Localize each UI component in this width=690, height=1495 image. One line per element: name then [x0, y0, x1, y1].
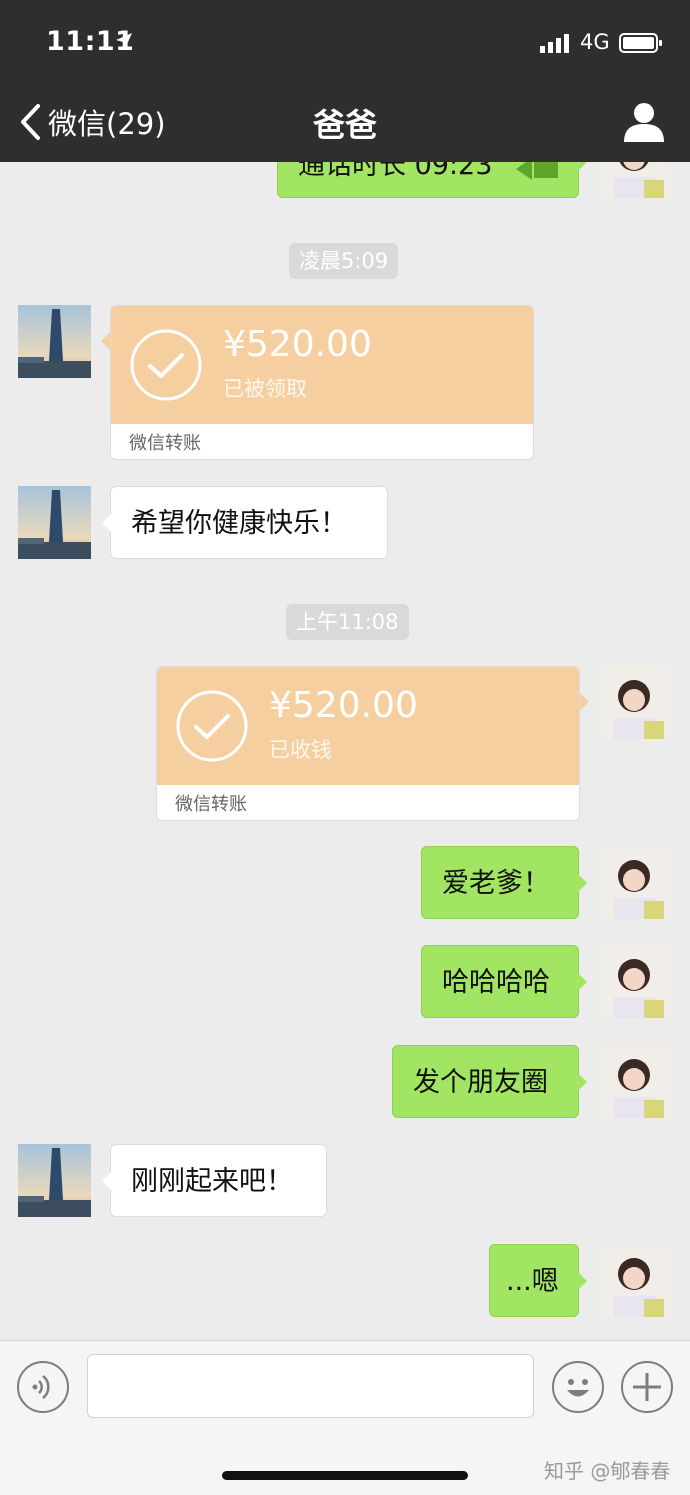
timestamp-label: 上午11:08 — [286, 604, 409, 640]
message-text: 刚刚起来吧！ — [131, 1166, 293, 1197]
message-text: 希望你健康快乐！ — [131, 508, 347, 539]
check-circle-icon — [176, 690, 248, 762]
transfer-card-received[interactable]: ¥520.00 已被领取 微信转账 — [110, 305, 534, 460]
transfer-card-collected[interactable]: ¥520.00 已收钱 微信转账 — [156, 666, 580, 821]
voice-icon — [32, 1375, 50, 1399]
contact-avatar[interactable] — [18, 486, 91, 559]
my-avatar[interactable] — [598, 945, 671, 1018]
network-type: 4G — [580, 30, 610, 54]
more-button[interactable] — [621, 1361, 673, 1413]
my-avatar[interactable] — [598, 846, 671, 919]
message-bubble-outgoing[interactable]: 发个朋友圈 — [392, 1045, 587, 1118]
transfer-amount: ¥520.00 — [269, 685, 418, 726]
message-bubble-outgoing[interactable]: 哈哈哈哈 — [421, 945, 587, 1018]
contact-avatar[interactable] — [18, 1144, 91, 1217]
message-bubble-incoming[interactable]: 希望你健康快乐！ — [102, 486, 388, 559]
chat-title: 爸爸 — [312, 106, 377, 144]
my-avatar[interactable] — [598, 666, 671, 739]
transfer-status: 已收钱 — [269, 738, 332, 762]
message-text: 爱老爹！ — [442, 868, 550, 899]
plus-icon — [633, 1373, 661, 1401]
message-bubble-incoming[interactable]: 刚刚起来吧！ — [102, 1144, 327, 1217]
message-text: ...嗯 — [506, 1266, 559, 1297]
input-bar: 知乎 @郇春春 — [0, 1340, 690, 1495]
emoji-icon — [567, 1379, 589, 1397]
my-avatar[interactable] — [598, 1244, 671, 1317]
chat-area[interactable]: 通话时长 09:23 凌晨5:09 ¥520.00 已被领取 微信转账 希望你健… — [0, 0, 690, 1340]
transfer-footer: 微信转账 — [175, 794, 247, 815]
emoji-button[interactable] — [552, 1361, 604, 1413]
timestamp-label: 凌晨5:09 — [289, 243, 399, 279]
chat-header: 11:11 4G 微信(29) 爸爸 — [0, 0, 690, 162]
my-avatar[interactable] — [598, 1045, 671, 1118]
contact-avatar[interactable] — [18, 305, 91, 378]
message-input[interactable] — [87, 1354, 534, 1418]
check-circle-icon — [130, 329, 202, 401]
location-arrow-icon — [116, 33, 132, 49]
voice-button[interactable] — [17, 1361, 69, 1413]
battery-icon — [619, 33, 662, 53]
transfer-footer: 微信转账 — [129, 433, 201, 454]
profile-icon[interactable] — [622, 101, 666, 143]
cellular-signal-icon — [540, 34, 569, 53]
home-indicator[interactable] — [222, 1471, 468, 1480]
transfer-amount: ¥520.00 — [223, 324, 372, 365]
transfer-status: 已被领取 — [223, 377, 307, 401]
watermark: 知乎 @郇春春 — [544, 1459, 671, 1483]
message-text: 发个朋友圈 — [413, 1067, 548, 1098]
message-bubble-outgoing[interactable]: 爱老爹！ — [421, 846, 587, 919]
message-bubble-outgoing[interactable]: ...嗯 — [489, 1244, 587, 1317]
message-text: 哈哈哈哈 — [442, 967, 550, 998]
